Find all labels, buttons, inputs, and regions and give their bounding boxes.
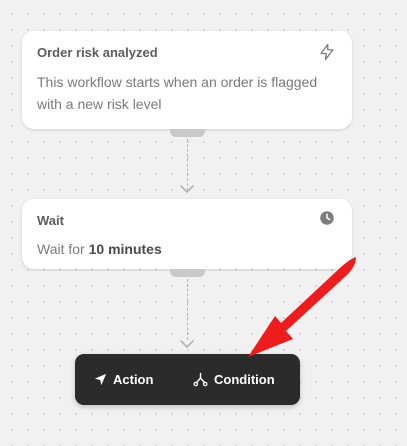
trigger-card-connector-handle[interactable] [170, 129, 205, 137]
add-condition-button[interactable]: Condition [193, 354, 275, 405]
wait-card[interactable]: Wait Wait for 10 minutes [22, 199, 352, 269]
add-action-button[interactable]: Action [94, 354, 153, 405]
wait-duration: 10 minutes [88, 241, 162, 257]
add-step-toolbar: Action Condition [75, 354, 300, 405]
trigger-card[interactable]: Order risk analyzed This workflow starts… [22, 31, 352, 129]
add-action-label: Action [113, 372, 154, 387]
chevron-down-icon [180, 340, 194, 348]
navigation-arrow-icon [94, 373, 107, 386]
add-condition-label: Condition [214, 372, 275, 387]
branch-icon [193, 372, 208, 387]
wait-card-title: Wait [37, 213, 64, 228]
trigger-card-title: Order risk analyzed [37, 45, 158, 60]
wait-description-prefix: Wait for [37, 241, 89, 257]
wait-card-connector-handle[interactable] [170, 269, 205, 277]
wait-card-description: Wait for 10 minutes [37, 238, 337, 260]
clock-icon [320, 211, 334, 225]
trigger-card-description: This workflow starts when an order is fl… [37, 74, 318, 112]
chevron-down-icon [180, 185, 194, 193]
connector-line [187, 279, 188, 340]
lightning-bolt-icon [320, 43, 334, 61]
